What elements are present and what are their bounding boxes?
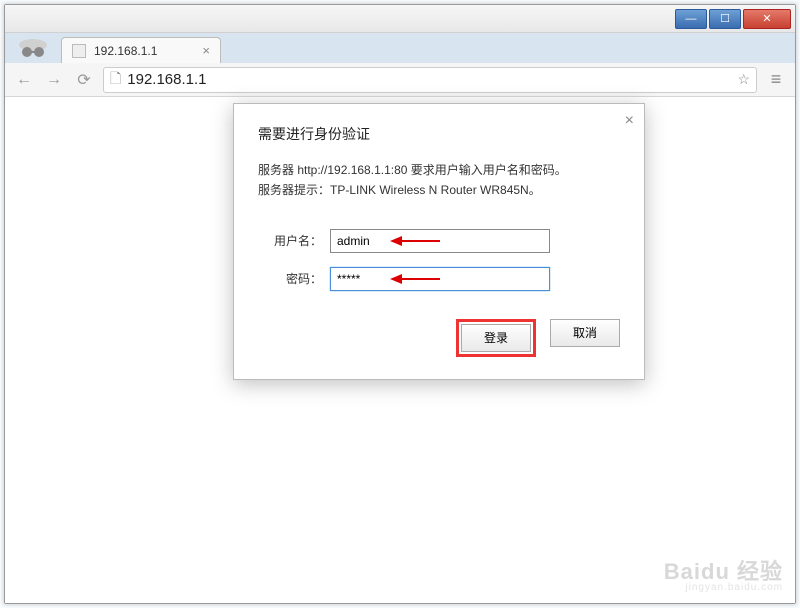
window-close-button[interactable]: ✕ <box>743 9 791 29</box>
dialog-message: 服务器 http://192.168.1.1:80 要求用户输入用户名和密码。 … <box>258 160 620 201</box>
bookmark-star-icon[interactable]: ☆ <box>737 71 750 88</box>
address-bar[interactable]: 🗋 192.168.1.1 ☆ <box>103 67 757 93</box>
browser-window: 192.168.1.1 × — ☐ ✕ ← → ⟳ 🗋 192.168.1.1 … <box>4 4 796 604</box>
annotation-highlight-box: 登录 <box>456 319 536 357</box>
dialog-title: 需要进行身份验证 <box>258 124 620 144</box>
cancel-button[interactable]: 取消 <box>550 319 620 347</box>
forward-button[interactable]: → <box>43 69 65 91</box>
password-label: 密码： <box>258 270 322 287</box>
username-input[interactable] <box>330 229 550 253</box>
back-button[interactable]: ← <box>13 69 35 91</box>
auth-dialog: × 需要进行身份验证 服务器 http://192.168.1.1:80 要求用… <box>233 103 645 380</box>
tab-close-icon[interactable]: × <box>202 43 210 58</box>
browser-toolbar: ← → ⟳ 🗋 192.168.1.1 ☆ ≡ <box>5 63 795 97</box>
page-favicon-icon <box>72 44 86 58</box>
chrome-menu-button[interactable]: ≡ <box>765 69 787 91</box>
page-content: × 需要进行身份验证 服务器 http://192.168.1.1:80 要求用… <box>5 97 795 603</box>
tab-title: 192.168.1.1 <box>94 44 157 58</box>
password-input[interactable] <box>330 267 550 291</box>
incognito-icon <box>13 35 53 61</box>
reload-button[interactable]: ⟳ <box>73 69 95 91</box>
window-minimize-button[interactable]: — <box>675 9 707 29</box>
url-text: 192.168.1.1 <box>127 71 731 88</box>
login-button[interactable]: 登录 <box>461 324 531 352</box>
window-titlebar: — ☐ ✕ <box>5 5 795 33</box>
tab-strip: 192.168.1.1 × <box>5 33 795 63</box>
browser-tab[interactable]: 192.168.1.1 × <box>61 37 221 63</box>
watermark: Baidu 经验 jingyan.baidu.com <box>664 561 783 593</box>
dialog-close-icon[interactable]: × <box>625 112 634 130</box>
globe-icon: 🗋 <box>110 68 121 92</box>
window-maximize-button[interactable]: ☐ <box>709 9 741 29</box>
username-label: 用户名： <box>258 232 322 249</box>
